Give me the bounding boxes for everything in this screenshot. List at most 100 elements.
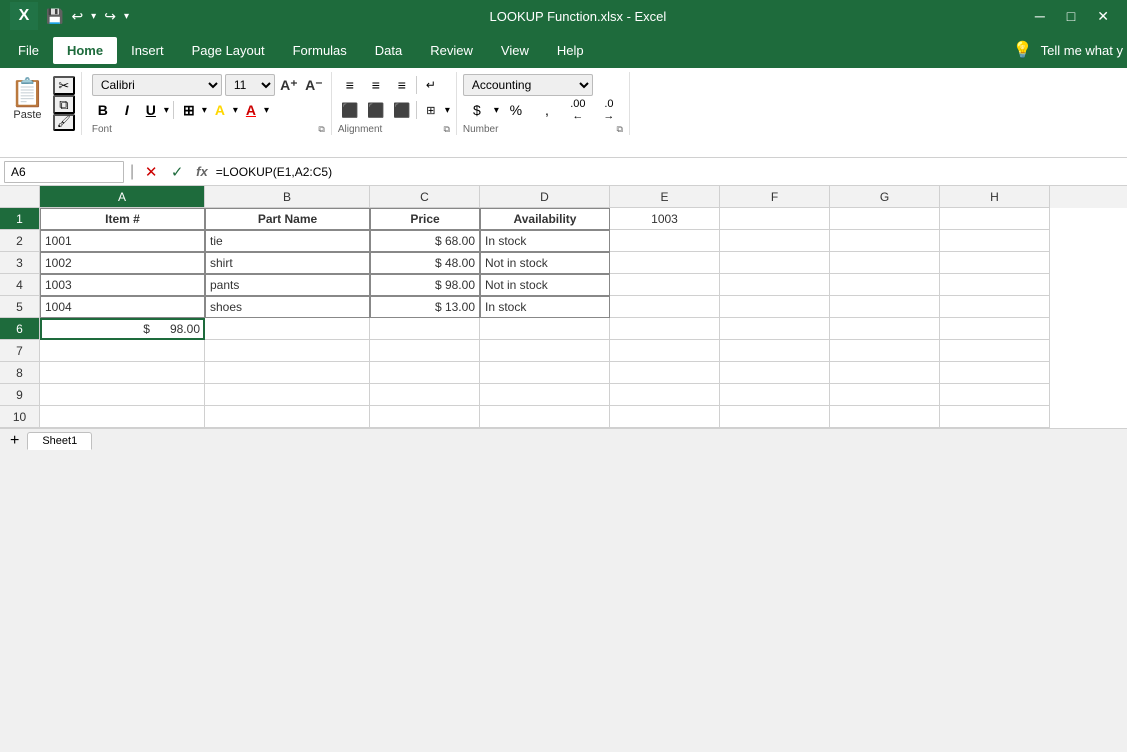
cell-f9[interactable] [720, 384, 830, 406]
tell-me-input[interactable]: Tell me what y [1041, 43, 1123, 58]
cell-e7[interactable] [610, 340, 720, 362]
cell-f3[interactable] [720, 252, 830, 274]
cell-g4[interactable] [830, 274, 940, 296]
align-top-right-button[interactable]: ≡ [390, 74, 414, 96]
menu-help[interactable]: Help [543, 37, 598, 64]
cell-g1[interactable] [830, 208, 940, 230]
cell-f4[interactable] [720, 274, 830, 296]
cell-h7[interactable] [940, 340, 1050, 362]
paste-button[interactable]: 📋 Paste [4, 74, 51, 133]
cell-g5[interactable] [830, 296, 940, 318]
cell-a1[interactable]: Item # [40, 208, 205, 230]
menu-formulas[interactable]: Formulas [279, 37, 361, 64]
cell-g6[interactable] [830, 318, 940, 340]
cell-g9[interactable] [830, 384, 940, 406]
menu-data[interactable]: Data [361, 37, 416, 64]
cell-d7[interactable] [480, 340, 610, 362]
row-header-3[interactable]: 3 [0, 252, 40, 274]
number-format-select[interactable]: Accounting General Number Currency Perce… [463, 74, 593, 96]
border-button[interactable]: ⊞ [178, 99, 200, 121]
cancel-formula-button[interactable]: ✕ [140, 161, 162, 183]
merge-dropdown[interactable]: ▾ [445, 105, 450, 116]
cell-d6[interactable] [480, 318, 610, 340]
col-header-c[interactable]: C [370, 186, 480, 208]
cell-b9[interactable] [205, 384, 370, 406]
cell-e4[interactable] [610, 274, 720, 296]
cell-e10[interactable] [610, 406, 720, 428]
copy-button[interactable]: ⧉ [53, 95, 75, 114]
cell-e8[interactable] [610, 362, 720, 384]
fill-color-button[interactable]: A [209, 99, 231, 121]
cell-f1[interactable] [720, 208, 830, 230]
col-header-b[interactable]: B [205, 186, 370, 208]
col-header-a[interactable]: A [40, 186, 205, 208]
menu-file[interactable]: File [4, 37, 53, 64]
row-header-7[interactable]: 7 [0, 340, 40, 362]
bold-button[interactable]: B [92, 99, 114, 121]
cell-a9[interactable] [40, 384, 205, 406]
col-header-g[interactable]: G [830, 186, 940, 208]
cell-e2[interactable] [610, 230, 720, 252]
row-header-6[interactable]: 6 [0, 318, 40, 340]
cell-c5[interactable]: $ 13.00 [370, 296, 480, 318]
format-painter-button[interactable]: 🖌 [53, 114, 75, 131]
cell-d3[interactable]: Not in stock [480, 252, 610, 274]
cell-d4[interactable]: Not in stock [480, 274, 610, 296]
font-size-select[interactable]: 11 10 12 14 [225, 74, 275, 96]
alignment-expand-icon[interactable]: ⧉ [443, 124, 449, 135]
row-header-2[interactable]: 2 [0, 230, 40, 252]
add-sheet-button[interactable]: + [4, 432, 25, 450]
italic-button[interactable]: I [116, 99, 138, 121]
cell-b6[interactable] [205, 318, 370, 340]
cell-a3[interactable]: 1002 [40, 252, 205, 274]
comma-button[interactable]: , [533, 99, 561, 121]
row-header-9[interactable]: 9 [0, 384, 40, 406]
name-box[interactable] [4, 161, 124, 183]
underline-button[interactable]: U [140, 99, 162, 121]
redo-btn[interactable]: ↪ [104, 8, 116, 25]
insert-function-button[interactable]: fx [192, 164, 212, 179]
cell-g10[interactable] [830, 406, 940, 428]
cell-c7[interactable] [370, 340, 480, 362]
align-left-button[interactable]: ⬛ [338, 99, 362, 121]
menu-page-layout[interactable]: Page Layout [178, 37, 279, 64]
row-header-10[interactable]: 10 [0, 406, 40, 428]
decrease-font-size-button[interactable]: A⁻ [303, 74, 325, 96]
cell-a7[interactable] [40, 340, 205, 362]
quick-access-save[interactable]: 💾 [46, 8, 63, 25]
cell-g7[interactable] [830, 340, 940, 362]
maximize-btn[interactable]: □ [1059, 8, 1083, 25]
decrease-decimal-button[interactable]: .0→ [595, 99, 623, 121]
cell-a6[interactable]: $ 98.00 [40, 318, 205, 340]
formula-input[interactable] [216, 161, 1123, 183]
cell-b1[interactable]: Part Name [205, 208, 370, 230]
confirm-formula-button[interactable]: ✓ [166, 161, 188, 183]
cell-a5[interactable]: 1004 [40, 296, 205, 318]
cell-d5[interactable]: In stock [480, 296, 610, 318]
underline-dropdown[interactable]: ▾ [164, 105, 169, 116]
cell-d8[interactable] [480, 362, 610, 384]
font-name-select[interactable]: Calibri Arial Times New Roman [92, 74, 222, 96]
cell-h2[interactable] [940, 230, 1050, 252]
cell-c10[interactable] [370, 406, 480, 428]
cell-f7[interactable] [720, 340, 830, 362]
undo-btn[interactable]: ↩ [71, 8, 83, 25]
cell-a4[interactable]: 1003 [40, 274, 205, 296]
font-expand-icon[interactable]: ⧉ [318, 124, 324, 135]
col-header-e[interactable]: E [610, 186, 720, 208]
cell-d9[interactable] [480, 384, 610, 406]
row-header-5[interactable]: 5 [0, 296, 40, 318]
cell-c4[interactable]: $ 98.00 [370, 274, 480, 296]
col-header-f[interactable]: F [720, 186, 830, 208]
cell-h3[interactable] [940, 252, 1050, 274]
align-right-button[interactable]: ⬛ [390, 99, 414, 121]
menu-review[interactable]: Review [416, 37, 487, 64]
minimize-btn[interactable]: ─ [1027, 8, 1053, 25]
number-expand-icon[interactable]: ⧉ [616, 124, 622, 135]
undo-dropdown[interactable]: ▾ [91, 11, 96, 22]
menu-insert[interactable]: Insert [117, 37, 178, 64]
row-header-1[interactable]: 1 [0, 208, 40, 230]
cell-h1[interactable] [940, 208, 1050, 230]
cut-button[interactable]: ✂ [53, 76, 75, 95]
cell-f5[interactable] [720, 296, 830, 318]
